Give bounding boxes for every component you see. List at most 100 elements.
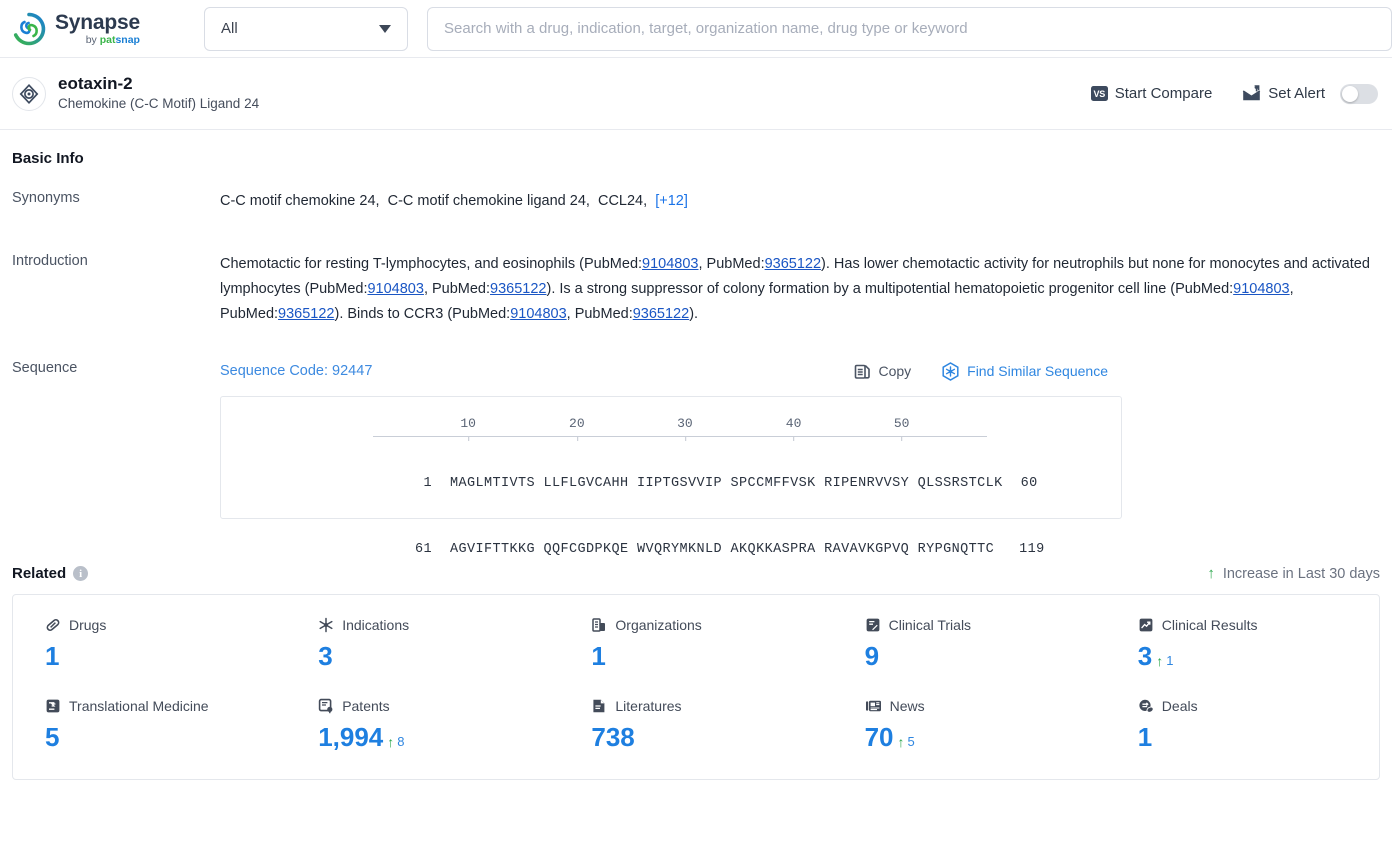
- stat-delta: ↑ 1: [1156, 653, 1173, 669]
- arrow-up-icon: ↑: [897, 734, 905, 750]
- synonyms-label: Synonyms: [12, 190, 80, 206]
- intro-text: , PubMed:: [423, 281, 491, 297]
- related-stats-grid: Drugs 1 Indications 3 Organizations 1 Cl…: [13, 617, 1379, 753]
- search-box[interactable]: [427, 6, 1392, 51]
- snowflake-icon: [318, 617, 334, 633]
- sequence-residues: AGVIFTTKKG QQFCGDPKQE WVQRYMKNLD AKQKKAS…: [450, 542, 995, 557]
- synonym-item: C-C motif chemokine ligand 24: [387, 193, 586, 209]
- logo-title: Synapse: [55, 10, 140, 34]
- synonyms-more-link[interactable]: [+12]: [655, 193, 688, 209]
- copy-label: Copy: [878, 363, 912, 379]
- sequence-row-line: 1 MAGLMTIVTS LLFLGVCAHH IIPTGSVVIP SPCCMF…: [221, 451, 1121, 517]
- main-content: Basic Info Synonyms C-C motif chemokine …: [0, 150, 1392, 780]
- intro-text: , PubMed:: [698, 256, 765, 272]
- logo-snap: snap: [115, 33, 140, 46]
- stat-value: 5: [45, 722, 60, 752]
- start-compare-button[interactable]: VS Start Compare: [1090, 85, 1213, 102]
- find-similar-sequence-icon: [941, 362, 960, 381]
- related-heading: Related: [12, 565, 67, 582]
- stat-value: 738: [591, 722, 635, 752]
- introduction-row: Introduction Chemotactic for resting T-l…: [12, 252, 1380, 327]
- chevron-down-icon: [379, 24, 391, 33]
- stat-clinical-trials[interactable]: Clinical Trials 9: [833, 617, 1106, 672]
- increase-legend-label: Increase in Last 30 days: [1222, 565, 1380, 582]
- sequence-residues: MAGLMTIVTS LLFLGVCAHH IIPTGSVVIP SPCCMFF…: [450, 476, 1003, 491]
- translational-icon: [45, 698, 61, 714]
- deal-icon: [1138, 698, 1154, 714]
- logo-by: by: [85, 33, 100, 46]
- sequence-start-index: 1: [423, 476, 433, 491]
- stat-value: 3: [1137, 641, 1153, 671]
- stat-value: 1: [591, 641, 606, 671]
- stat-translational-medicine[interactable]: Translational Medicine 5: [13, 698, 286, 753]
- stat-label: Patents: [342, 698, 390, 714]
- app-logo[interactable]: Synapse by patsnap: [12, 12, 192, 46]
- stat-label: Organizations: [615, 617, 702, 633]
- news-icon: [865, 698, 882, 714]
- sequence-start-index: 61: [415, 542, 433, 557]
- stat-patents[interactable]: Patents 1,994 ↑ 8: [286, 698, 559, 753]
- ruler-tick: 50: [894, 411, 909, 441]
- stat-label: Clinical Results: [1161, 617, 1258, 633]
- sequence-code-link[interactable]: Sequence Code: 92447: [220, 359, 372, 384]
- sequence-row-line: 61 AGVIFTTKKG QQFCGDPKQE WVQRYMKNLD AKQKK…: [221, 517, 1121, 583]
- set-alert-toggle[interactable]: [1340, 83, 1378, 104]
- stat-label: Drugs: [69, 617, 107, 633]
- sequence-end-index: 119: [1019, 542, 1045, 557]
- pubmed-link[interactable]: 9365122: [278, 306, 334, 322]
- synapse-logo-icon: [12, 12, 46, 46]
- stat-clinical-results[interactable]: Clinical Results 3 ↑ 1: [1106, 617, 1379, 672]
- intro-text: , PubMed:: [566, 306, 633, 322]
- info-icon[interactable]: i: [73, 566, 89, 581]
- stat-delta: ↑ 8: [387, 733, 405, 750]
- intro-text: ). Binds to CCR3 (PubMed:: [334, 306, 511, 322]
- entity-header: eotaxin-2 Chemokine (C-C Motif) Ligand 2…: [0, 58, 1392, 130]
- intro-text: ).: [689, 306, 699, 322]
- pubmed-link[interactable]: 9365122: [490, 281, 546, 297]
- increase-legend: ↑ Increase in Last 30 days: [1207, 566, 1380, 582]
- stat-indications[interactable]: Indications 3: [286, 617, 559, 672]
- literature-icon: [591, 698, 607, 714]
- stat-label: Clinical Trials: [888, 617, 972, 633]
- stat-news[interactable]: News 70 ↑ 5: [833, 698, 1106, 753]
- synonym-item: C-C motif chemokine 24: [220, 193, 376, 209]
- stat-drugs[interactable]: Drugs 1: [13, 617, 286, 672]
- find-similar-label: Find Similar Sequence: [967, 363, 1108, 379]
- arrow-up-icon: ↑: [1207, 565, 1215, 582]
- pubmed-link[interactable]: 9104803: [510, 306, 566, 322]
- find-similar-sequence-button[interactable]: Find Similar Sequence: [941, 359, 1108, 384]
- copy-sequence-button[interactable]: Copy: [854, 359, 911, 384]
- sequence-row: Sequence Sequence Code: 92447 Copy Find …: [12, 359, 1380, 557]
- related-stats-card: Drugs 1 Indications 3 Organizations 1 Cl…: [12, 594, 1380, 780]
- stat-literatures[interactable]: Literatures 738: [559, 698, 832, 753]
- pubmed-link[interactable]: 9365122: [633, 306, 689, 322]
- pubmed-link[interactable]: 9104803: [367, 281, 423, 297]
- pubmed-link[interactable]: 9365122: [765, 256, 821, 272]
- target-icon: [12, 76, 46, 111]
- top-bar: Synapse by patsnap All: [0, 0, 1392, 58]
- stat-value: 9: [864, 641, 880, 671]
- search-input[interactable]: [442, 19, 1377, 38]
- search-scope-select[interactable]: All: [204, 6, 408, 51]
- building-icon: [591, 617, 607, 633]
- pill-icon: [45, 617, 61, 633]
- stat-value: 3: [318, 641, 333, 671]
- set-alert-control[interactable]: Set Alert: [1242, 83, 1378, 104]
- ruler-tick: 40: [786, 411, 801, 441]
- stat-delta: ↑ 5: [897, 734, 915, 750]
- pubmed-link[interactable]: 9104803: [1233, 281, 1289, 297]
- start-compare-label: Start Compare: [1114, 85, 1213, 102]
- sequence-ruler: 10 20 30 40 50: [373, 411, 987, 441]
- stat-deals[interactable]: Deals 1: [1106, 698, 1379, 753]
- pubmed-link[interactable]: 9104803: [642, 256, 698, 272]
- stat-label: Translational Medicine: [69, 698, 209, 714]
- ruler-tick: 30: [677, 411, 693, 441]
- ruler-tick: 10: [460, 411, 476, 441]
- arrow-up-icon: ↑: [1156, 653, 1164, 669]
- synonym-item: CCL24: [597, 193, 644, 209]
- set-alert-label: Set Alert: [1268, 85, 1325, 102]
- stat-organizations[interactable]: Organizations 1: [559, 617, 832, 672]
- logo-pat: pat: [99, 33, 116, 46]
- sequence-label: Sequence: [12, 360, 78, 376]
- stat-delta-value: 8: [397, 733, 405, 749]
